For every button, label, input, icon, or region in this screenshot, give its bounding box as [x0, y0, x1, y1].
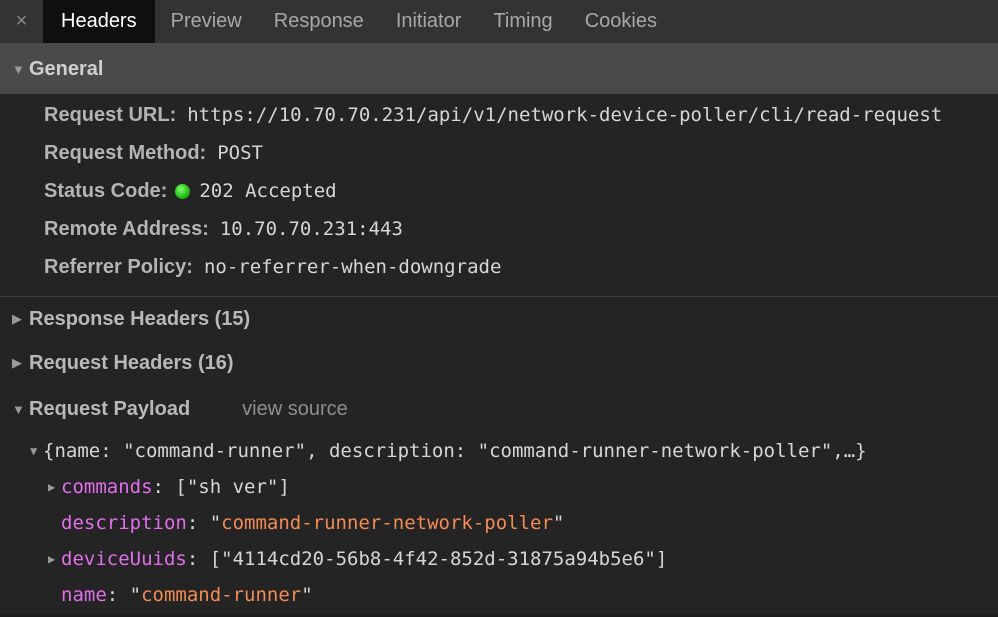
referrer-policy-label: Referrer Policy:	[44, 255, 193, 278]
triangle-right-icon: ▶	[12, 311, 22, 326]
device-uuids-key: deviceUuids	[61, 548, 187, 570]
request-url-label: Request URL:	[44, 103, 177, 126]
triangle-right-icon: ▶	[48, 552, 56, 566]
status-code-label: Status Code:	[44, 179, 168, 202]
request-url-row: Request URL: https://10.70.70.231/api/v1…	[44, 96, 998, 134]
request-payload-section-header[interactable]: ▼ Request Payload view source	[0, 385, 998, 433]
general-section-header[interactable]: ▼ General	[0, 44, 998, 94]
request-url-value: https://10.70.70.231/api/v1/network-devi…	[187, 104, 943, 126]
referrer-policy-row: Referrer Policy: no-referrer-when-downgr…	[44, 248, 998, 286]
request-method-label: Request Method:	[44, 141, 207, 164]
request-headers-section-header[interactable]: ▶ Request Headers (16)	[0, 341, 998, 385]
remote-address-row: Remote Address: 10.70.70.231:443	[44, 210, 998, 248]
response-headers-title: Response Headers (15)	[29, 307, 251, 330]
status-dot-icon	[175, 183, 191, 199]
description-value: command-runner-network-poller	[221, 512, 553, 534]
triangle-down-icon: ▼	[12, 401, 25, 417]
remote-address-label: Remote Address:	[44, 217, 209, 240]
payload-root-row[interactable]: ▼ {name: "command-runner", description: …	[0, 433, 998, 469]
name-value: command-runner	[141, 584, 302, 606]
payload-summary: {name: "command-runner", description: "c…	[43, 440, 867, 462]
payload-description-row: description: " command-runner-network-pol…	[61, 512, 565, 534]
triangle-right-icon: ▶	[48, 480, 56, 494]
name-key: name	[61, 584, 107, 606]
tab-response[interactable]: Response	[258, 0, 380, 43]
triangle-down-icon: ▼	[30, 444, 38, 458]
status-code-row: Status Code: 202 Accepted	[44, 172, 998, 210]
referrer-policy-value: no-referrer-when-downgrade	[203, 256, 502, 278]
response-headers-section-header[interactable]: ▶ Response Headers (15)	[0, 297, 998, 341]
general-title: General	[29, 57, 104, 80]
device-uuids-value: ["4114cd20-56b8-4f42-852d-31875a94b5e6"]	[209, 548, 668, 570]
triangle-down-icon: ▼	[12, 61, 25, 77]
payload-tree: ▼ {name: "command-runner", description: …	[0, 433, 998, 613]
request-headers-title: Request Headers (16)	[29, 351, 234, 374]
tab-initiator[interactable]: Initiator	[380, 0, 478, 43]
remote-address-value: 10.70.70.231:443	[219, 218, 403, 240]
devtools-tab-bar: × Headers Preview Response Initiator Tim…	[0, 0, 998, 44]
payload-commands-row[interactable]: ▶ commands: ["sh ver"]	[0, 469, 998, 505]
request-payload-title: Request Payload	[29, 397, 191, 420]
view-source-link[interactable]: view source	[242, 398, 348, 421]
tab-preview[interactable]: Preview	[155, 0, 258, 43]
tab-timing[interactable]: Timing	[477, 0, 568, 43]
status-code-value: 202 Accepted	[199, 180, 337, 202]
close-icon[interactable]: ×	[0, 0, 43, 43]
description-key: description	[61, 512, 187, 534]
request-method-value: POST	[217, 142, 263, 164]
triangle-right-icon: ▶	[12, 355, 22, 370]
commands-key: commands	[61, 476, 153, 498]
general-section-body: Request URL: https://10.70.70.231/api/v1…	[0, 94, 998, 297]
payload-device-uuids-row[interactable]: ▶ deviceUuids: ["4114cd20-56b8-4f42-852d…	[0, 541, 998, 577]
request-method-row: Request Method: POST	[44, 134, 998, 172]
tab-headers[interactable]: Headers	[43, 0, 155, 43]
tab-cookies[interactable]: Cookies	[569, 0, 673, 43]
payload-name-row: name: " command-runner "	[61, 584, 313, 606]
commands-value: ["sh ver"]	[175, 476, 290, 498]
